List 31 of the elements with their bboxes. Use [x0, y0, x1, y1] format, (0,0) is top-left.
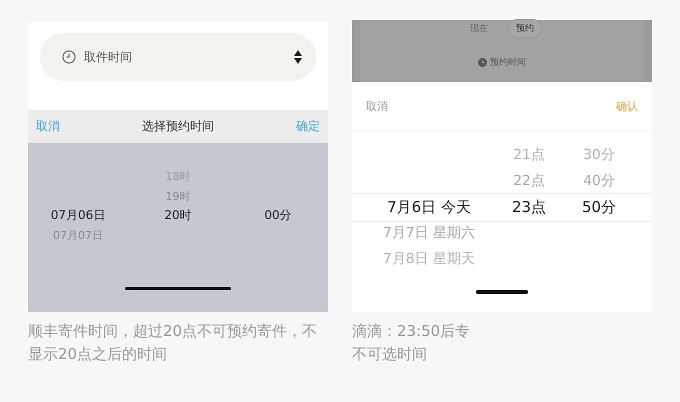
picker-option[interactable]: 7月6日 今天 [364, 194, 494, 220]
mode-tab[interactable]: 预约 [509, 20, 541, 36]
confirm-button[interactable]: 确认 [616, 98, 638, 114]
picker-option[interactable]: 20时 [128, 206, 228, 226]
sort-arrows-icon [294, 50, 302, 64]
mode-tab[interactable]: 现在 [463, 20, 495, 36]
picker-option[interactable]: 07月07日 [28, 226, 128, 245]
time-label: 预约时间 [490, 56, 526, 69]
picker-option[interactable]: 7月8日 星期天 [364, 246, 494, 272]
picker-option[interactable]: 22点 [494, 168, 564, 194]
caption: 顺丰寄件时间，超过20点不可预约寄件，不显示20点之后的时间 [28, 321, 318, 365]
picker-option[interactable]: 21点 [494, 142, 564, 168]
picker-option[interactable]: 23点 [494, 194, 564, 220]
picker-title: 选择预约时间 [142, 118, 214, 135]
caption-line: 滴滴：23:50后专 [352, 321, 472, 342]
time-select-field[interactable]: 取件时间 [40, 33, 316, 81]
picker-option[interactable]: 00分 [228, 206, 328, 226]
cancel-button[interactable]: 取消 [366, 98, 388, 114]
home-indicator [476, 290, 528, 294]
picker-option[interactable]: 07月06日 [28, 206, 128, 226]
clock-icon [478, 58, 487, 67]
picker-option[interactable]: 50分 [564, 194, 634, 220]
picker-option[interactable]: 7月7日 星期六 [364, 220, 494, 246]
picker-option[interactable]: 30分 [564, 142, 634, 168]
cancel-button[interactable]: 取消 [36, 118, 60, 135]
confirm-button[interactable]: 确定 [296, 118, 320, 135]
picker-option[interactable]: 40分 [564, 168, 634, 194]
field-label: 取件时间 [84, 48, 133, 66]
clock-icon [62, 50, 76, 64]
picker-option[interactable]: 19时 [128, 186, 228, 206]
caption-line: 不可选时间 [352, 344, 428, 365]
